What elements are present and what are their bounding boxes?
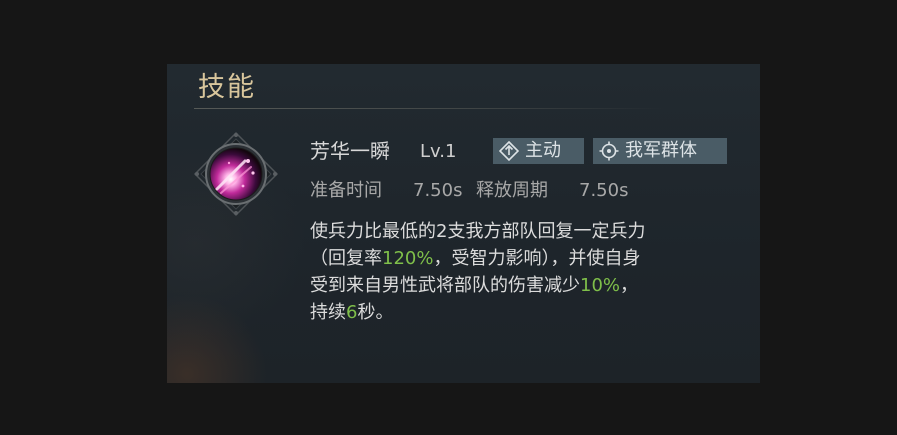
description-text: ，受智力影响），并使自身 — [433, 248, 641, 269]
prep-time-label: 准备时间 — [310, 180, 382, 201]
skill-panel: 技能 芳华一瞬 Lv.1 主动 我军群体 准备时间 7.50s 释放周期 7.5… — [167, 64, 760, 383]
tag-active-label: 主动 — [525, 140, 561, 161]
tag-target: 我军群体 — [593, 138, 727, 164]
description-text: 秒。 — [357, 302, 394, 323]
cycle-label: 释放周期 — [476, 180, 548, 201]
section-title: 技能 — [198, 72, 256, 103]
tag-active: 主动 — [493, 138, 584, 164]
description-text: ， — [620, 275, 639, 296]
description-text: 持续 — [310, 302, 346, 323]
description-line-3: 受到来自男性武将部队的伤害减少10%， — [310, 272, 750, 299]
description-line-1: 使兵力比最低的2支我方部队回复一定兵力 — [310, 221, 646, 242]
description-text: （回复率 — [310, 248, 382, 269]
crosshair-icon — [599, 141, 619, 161]
heal-rate-value: 120% — [382, 248, 434, 269]
skill-name: 芳华一瞬 — [310, 139, 390, 163]
description-line-4: 持续6秒。 — [310, 299, 750, 326]
damage-reduction-value: 10% — [580, 275, 621, 296]
skill-icon[interactable] — [193, 131, 279, 217]
prep-time-value: 7.50s — [413, 180, 463, 201]
description-text: 受到来自男性武将部队的伤害减少 — [310, 275, 580, 296]
description-line-2: （回复率120%，受智力影响），并使自身 — [310, 245, 750, 272]
cycle-value: 7.50s — [579, 180, 629, 201]
skill-description: 使兵力比最低的2支我方部队回复一定兵力 （回复率120%，受智力影响），并使自身… — [310, 218, 750, 326]
tag-target-label: 我军群体 — [625, 140, 697, 161]
duration-value: 6 — [346, 302, 358, 323]
diamond-arrow-icon — [498, 140, 520, 162]
skill-level: Lv.1 — [420, 141, 457, 162]
title-divider — [194, 108, 664, 109]
